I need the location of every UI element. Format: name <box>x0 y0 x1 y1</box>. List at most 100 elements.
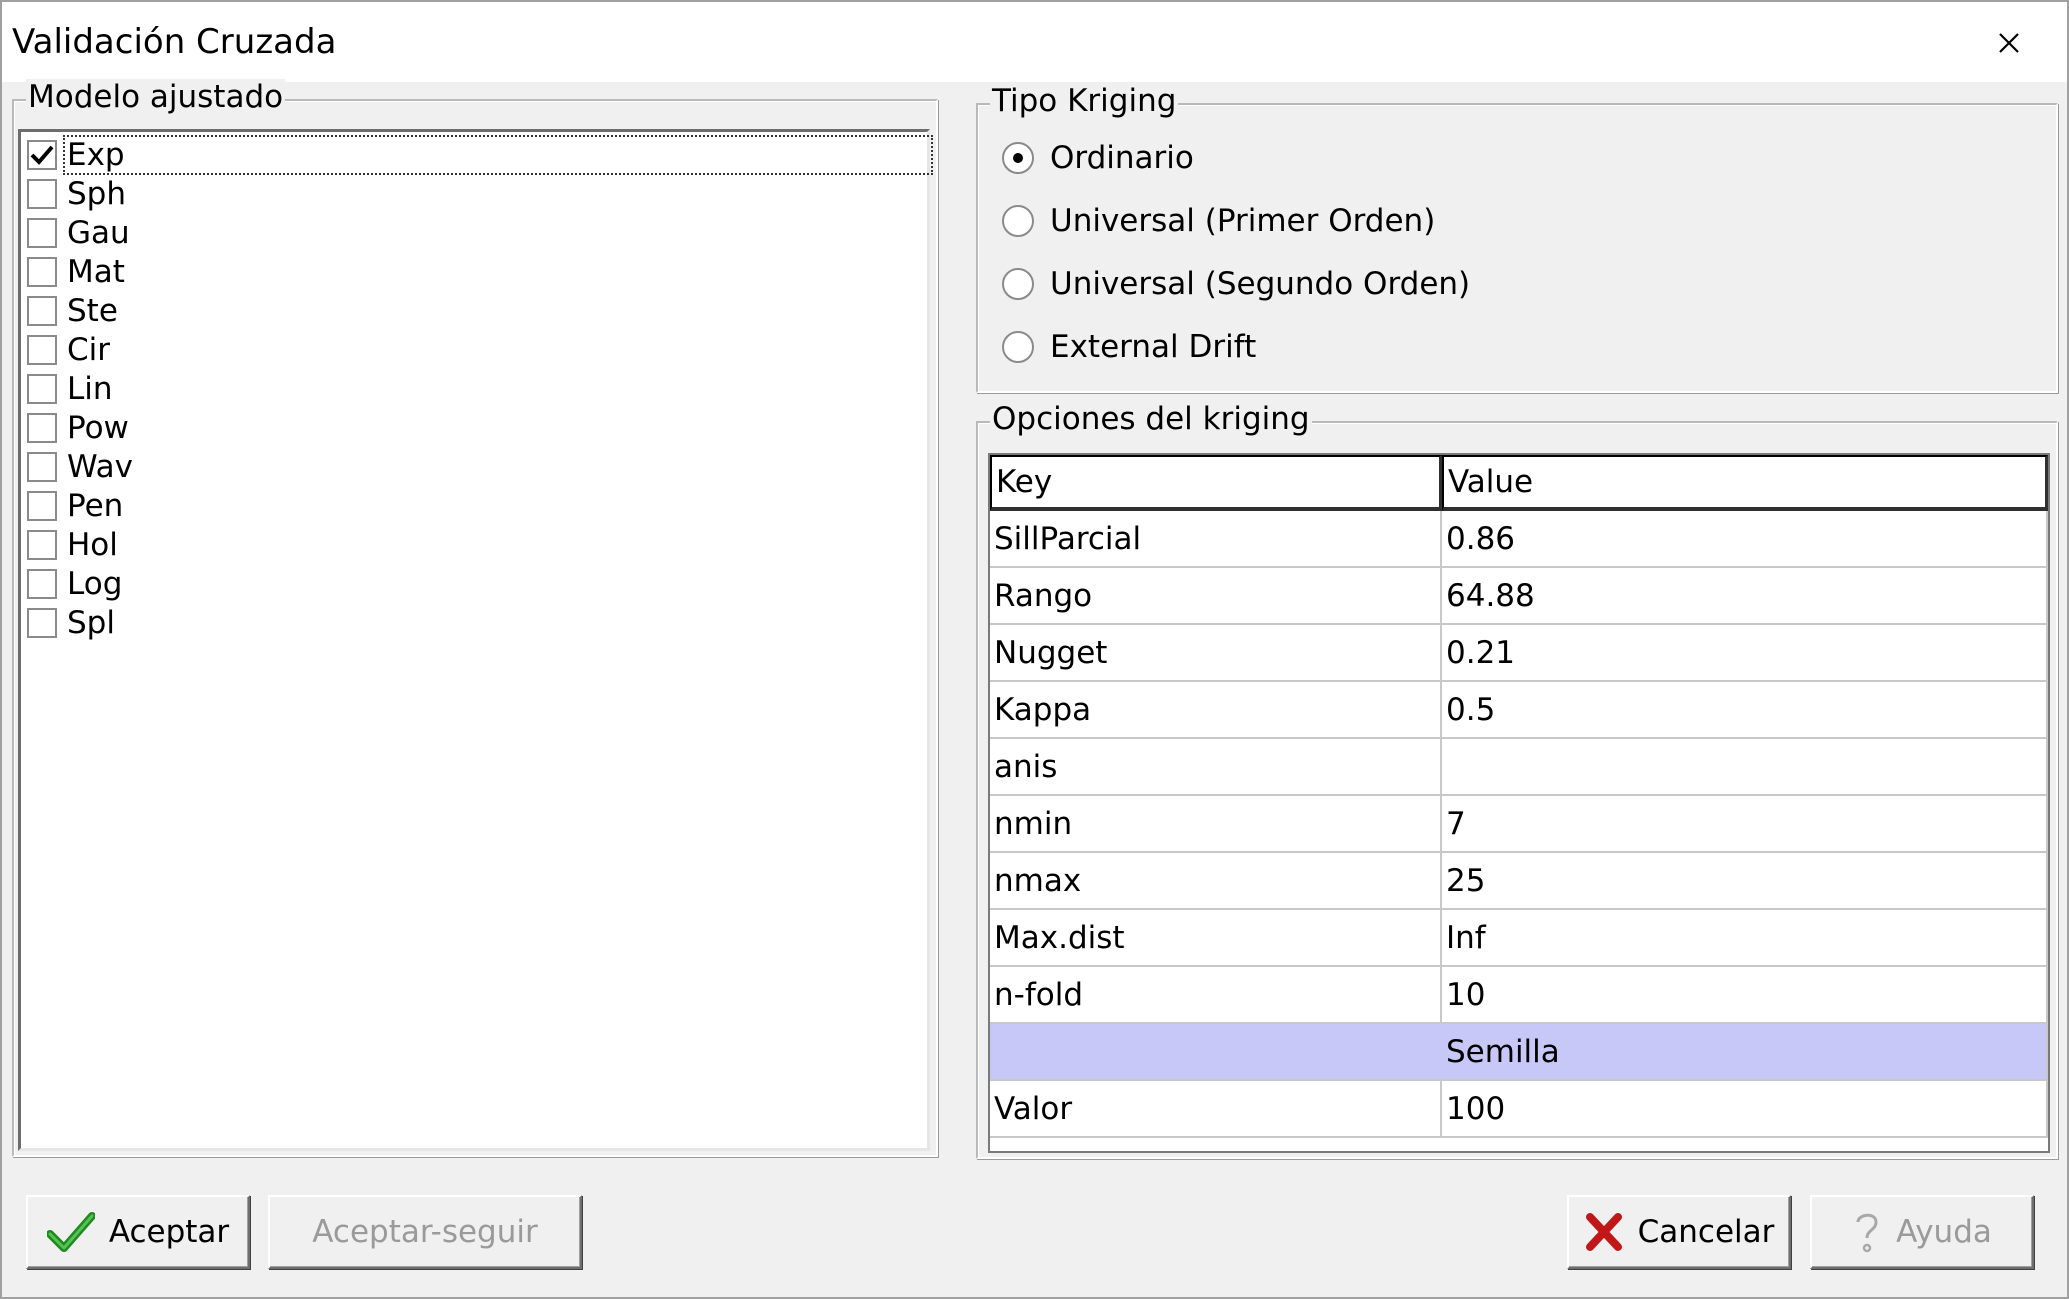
aceptar-seguir-label: Aceptar-seguir <box>312 1214 538 1250</box>
model-label: Exp <box>63 135 933 175</box>
model-item-12[interactable]: Spl <box>27 604 117 642</box>
model-label: Mat <box>67 254 125 290</box>
ayuda-label: Ayuda <box>1896 1214 1992 1250</box>
radio-button[interactable] <box>1002 331 1034 363</box>
model-label: Pow <box>67 410 129 446</box>
value-cell[interactable]: Inf <box>1442 910 2048 965</box>
radio-label: External Drift <box>1050 329 1257 365</box>
model-checkbox[interactable] <box>27 569 57 599</box>
model-item-10[interactable]: Hol <box>27 526 120 564</box>
value-cell[interactable] <box>1442 739 2048 794</box>
value-cell[interactable]: 64.88 <box>1442 568 2048 623</box>
model-checkbox[interactable] <box>27 179 57 209</box>
model-checkbox[interactable] <box>27 608 57 638</box>
model-checkbox[interactable] <box>27 140 57 170</box>
table-row[interactable]: anis <box>990 739 2048 796</box>
value-cell[interactable]: 10 <box>1442 967 2048 1022</box>
key-cell: nmax <box>990 853 1442 908</box>
model-item-9[interactable]: Pen <box>27 487 125 525</box>
key-cell: Valor <box>990 1081 1442 1136</box>
model-label: Ste <box>67 293 118 329</box>
ayuda-button[interactable]: Ayuda <box>1810 1195 2034 1269</box>
table-row[interactable]: Kappa 0.5 <box>990 682 2048 739</box>
table-row[interactable]: Nugget 0.21 <box>990 625 2048 682</box>
model-label: Sph <box>67 176 127 212</box>
model-item-11[interactable]: Log <box>27 565 124 603</box>
kriging-options-grid[interactable]: Key Value SillParcial 0.86 Rango 64.88 Nugge… <box>988 453 2050 1153</box>
modelo-ajustado-legend: Modelo ajustado <box>26 79 286 115</box>
checkmark-icon <box>30 145 54 165</box>
model-item-2[interactable]: Gau <box>27 214 132 252</box>
aceptar-seguir-button[interactable]: Aceptar-seguir <box>268 1195 582 1269</box>
table-row[interactable]: SillParcial 0.86 <box>990 511 2048 568</box>
model-item-0[interactable]: Exp <box>27 135 933 175</box>
cancelar-button[interactable]: Cancelar <box>1567 1195 1791 1269</box>
key-cell: SillParcial <box>990 511 1442 566</box>
kriging-type-option-2[interactable]: Universal (Segundo Orden) <box>1002 264 1470 304</box>
aceptar-button[interactable]: Aceptar <box>26 1195 250 1269</box>
model-item-4[interactable]: Ste <box>27 292 120 330</box>
table-row[interactable]: n-fold 10 <box>990 967 2048 1024</box>
tipo-kriging-legend: Tipo Kriging <box>990 83 1179 119</box>
table-row[interactable]: nmax 25 <box>990 853 2048 910</box>
key-column-header[interactable]: Key <box>990 455 1442 511</box>
model-checkbox[interactable] <box>27 491 57 521</box>
model-item-6[interactable]: Lin <box>27 370 115 408</box>
key-cell: nmin <box>990 796 1442 851</box>
section-row[interactable]: Semilla <box>990 1024 2048 1081</box>
model-checkbox[interactable] <box>27 335 57 365</box>
model-item-7[interactable]: Pow <box>27 409 131 447</box>
value-cell[interactable]: 0.86 <box>1442 511 2048 566</box>
table-row[interactable]: Valor 100 <box>990 1081 2048 1138</box>
model-checkbox[interactable] <box>27 257 57 287</box>
model-checkbox[interactable] <box>27 218 57 248</box>
model-label: Cir <box>67 332 111 368</box>
question-icon <box>1852 1208 1882 1256</box>
model-checkbox[interactable] <box>27 413 57 443</box>
key-cell: n-fold <box>990 967 1442 1022</box>
model-label: Wav <box>67 449 134 485</box>
kriging-type-option-1[interactable]: Universal (Primer Orden) <box>1002 201 1435 241</box>
model-item-8[interactable]: Wav <box>27 448 135 486</box>
cross-validation-dialog: Validación Cruzada Modelo ajustado Exp Sp… <box>0 0 2069 1299</box>
modelo-ajustado-group: Modelo ajustado Exp Sph Gau Mat Ste Cir Lin Pow… <box>12 79 938 1157</box>
value-column-header[interactable]: Value <box>1442 455 2048 511</box>
kriging-type-option-0[interactable]: Ordinario <box>1002 138 1194 178</box>
table-row[interactable]: nmin 7 <box>990 796 2048 853</box>
table-row[interactable]: Max.dist Inf <box>990 910 2048 967</box>
window-title: Validación Cruzada <box>12 22 337 62</box>
value-cell[interactable]: 25 <box>1442 853 2048 908</box>
grid-header: Key Value <box>990 455 2048 511</box>
radio-label: Universal (Segundo Orden) <box>1050 266 1471 302</box>
radio-button[interactable] <box>1002 142 1034 174</box>
title-bar: Validación Cruzada <box>2 2 2067 82</box>
table-row[interactable]: Rango 64.88 <box>990 568 2048 625</box>
model-item-3[interactable]: Mat <box>27 253 127 291</box>
close-button[interactable] <box>1979 18 2039 68</box>
key-cell: Rango <box>990 568 1442 623</box>
model-label: Spl <box>67 605 115 641</box>
value-cell[interactable]: 0.21 <box>1442 625 2048 680</box>
key-cell: Max.dist <box>990 910 1442 965</box>
model-item-5[interactable]: Cir <box>27 331 112 369</box>
radio-button[interactable] <box>1002 205 1034 237</box>
radio-button[interactable] <box>1002 268 1034 300</box>
kriging-type-option-3[interactable]: External Drift <box>1002 327 1256 367</box>
x-icon <box>1584 1211 1624 1253</box>
key-cell: anis <box>990 739 1442 794</box>
model-checklist[interactable]: Exp Sph Gau Mat Ste Cir Lin Pow Wav Pen Hol Log Spl <box>18 129 933 1151</box>
model-label: Pen <box>67 488 124 524</box>
model-item-1[interactable]: Sph <box>27 175 128 213</box>
opciones-kriging-group: Opciones del kriging Key Value SillParci… <box>976 401 2058 1159</box>
model-label: Gau <box>67 215 130 251</box>
value-cell[interactable]: 100 <box>1442 1081 2048 1136</box>
model-checkbox[interactable] <box>27 452 57 482</box>
value-cell[interactable]: 0.5 <box>1442 682 2048 737</box>
tipo-kriging-group: Tipo Kriging Ordinario Universal (Primer … <box>976 83 2058 393</box>
model-checkbox[interactable] <box>27 374 57 404</box>
model-checkbox[interactable] <box>27 296 57 326</box>
value-cell[interactable]: 7 <box>1442 796 2048 851</box>
model-checkbox[interactable] <box>27 530 57 560</box>
model-label: Hol <box>67 527 118 563</box>
key-cell <box>990 1024 1442 1079</box>
